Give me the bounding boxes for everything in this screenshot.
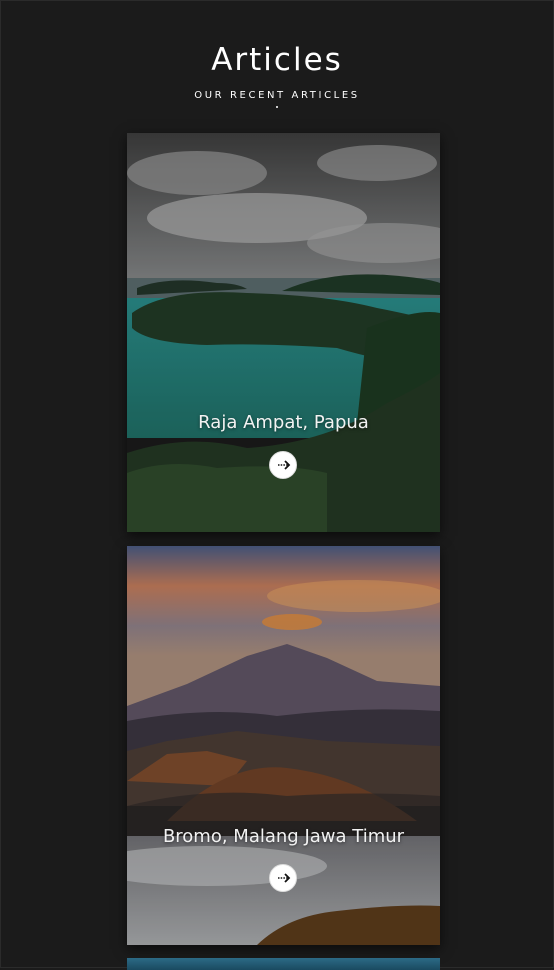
page-subtitle: OUR RECENT ARTICLES bbox=[194, 90, 360, 101]
article-card-raja-ampat[interactable]: Raja Ampat, Papua bbox=[127, 133, 440, 532]
page-title: Articles bbox=[211, 42, 343, 78]
arrow-right-icon bbox=[278, 873, 291, 883]
divider-dot bbox=[276, 106, 278, 108]
article-card-partial[interactable] bbox=[127, 958, 440, 970]
article-title: Bromo, Malang Jawa Timur bbox=[162, 826, 405, 847]
section-header: Articles OUR RECENT ARTICLES bbox=[0, 40, 554, 108]
arrow-right-icon bbox=[278, 460, 291, 470]
article-card-bromo[interactable]: Bromo, Malang Jawa Timur bbox=[127, 546, 440, 945]
read-more-button[interactable] bbox=[269, 451, 297, 479]
article-title: Raja Ampat, Papua bbox=[198, 412, 369, 433]
read-more-button[interactable] bbox=[269, 864, 297, 892]
